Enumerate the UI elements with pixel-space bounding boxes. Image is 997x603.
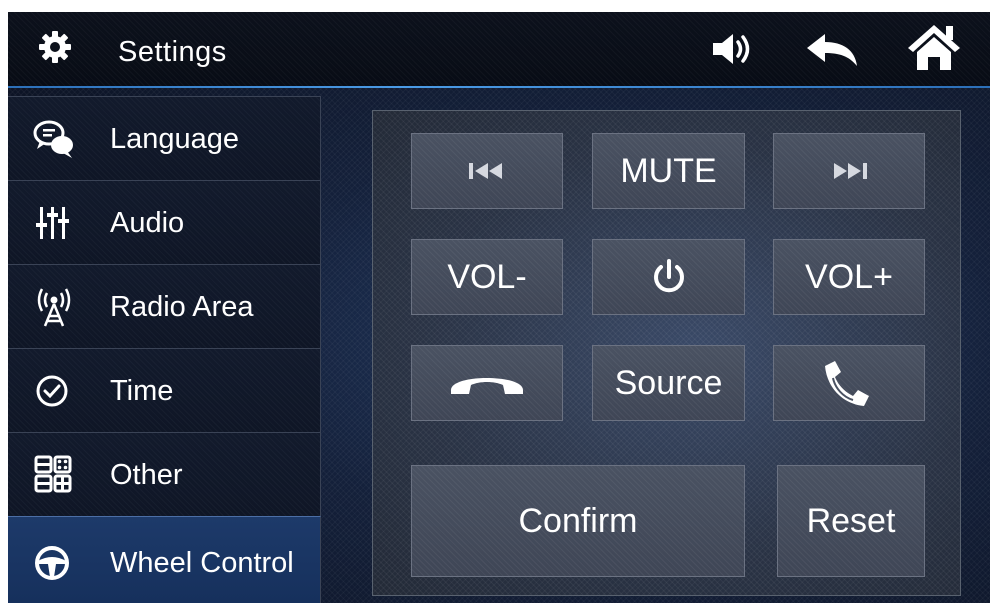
confirm-label: Confirm [518, 501, 638, 540]
sidebar-item-label: Wheel Control [110, 547, 294, 579]
sidebar-item-label: Audio [110, 207, 185, 239]
previous-track-icon [469, 163, 502, 179]
sidebar-item-label: Radio Area [110, 291, 254, 323]
reset-label: Reset [806, 501, 896, 540]
answer-call-icon [825, 361, 869, 406]
next-track-button[interactable] [773, 133, 925, 209]
head-unit-screen: Settings Language Audio Radio Area Time … [8, 12, 990, 603]
sidebar-item-audio[interactable]: Audio [8, 180, 321, 264]
clock-icon [32, 369, 76, 413]
volume-down-label: VOL- [447, 257, 527, 296]
volume-up-label: VOL+ [805, 257, 893, 296]
home-icon [908, 25, 960, 70]
sidebar-item-radio-area[interactable]: Radio Area [8, 264, 321, 348]
sidebar-item-wheel-control[interactable]: Wheel Control [8, 516, 321, 603]
sidebar: Language Audio Radio Area Time Other Whe… [8, 96, 321, 603]
speaker-icon [713, 34, 750, 64]
sidebar-item-label: Time [110, 375, 174, 407]
sidebar-item-other[interactable]: Other [8, 432, 321, 516]
volume-button[interactable] [711, 30, 759, 68]
hang-up-button[interactable] [411, 345, 563, 421]
reset-button[interactable]: Reset [777, 465, 925, 577]
header-divider [8, 86, 990, 88]
answer-call-button[interactable] [773, 345, 925, 421]
chat-bubbles-icon [32, 117, 76, 161]
previous-track-button[interactable] [411, 133, 563, 209]
gear-icon [38, 30, 72, 64]
source-button[interactable]: Source [592, 345, 745, 421]
steering-wheel-icon [32, 541, 76, 585]
back-button[interactable] [803, 30, 863, 70]
sidebar-item-time[interactable]: Time [8, 348, 321, 432]
equalizer-icon [32, 201, 76, 245]
next-track-icon [834, 163, 867, 179]
mute-label: MUTE [620, 151, 717, 190]
hang-up-icon [451, 378, 523, 394]
wheel-control-panel: MUTE VOL- VOL+ Source Confirm Reset [372, 110, 961, 596]
sidebar-item-language[interactable]: Language [8, 96, 321, 180]
mute-button[interactable]: MUTE [592, 133, 745, 209]
power-button[interactable] [592, 239, 745, 315]
volume-up-button[interactable]: VOL+ [773, 239, 925, 315]
antenna-icon [32, 285, 76, 329]
power-icon [653, 259, 684, 293]
source-label: Source [614, 363, 723, 402]
sidebar-item-label: Other [110, 459, 183, 491]
sidebar-item-label: Language [110, 123, 240, 155]
page-title: Settings [118, 36, 227, 68]
home-button[interactable] [905, 22, 963, 72]
volume-down-button[interactable]: VOL- [411, 239, 563, 315]
header-bar: Settings [8, 12, 990, 86]
back-arrow-icon [807, 34, 857, 66]
confirm-button[interactable]: Confirm [411, 465, 745, 577]
grid-icon [32, 453, 76, 497]
